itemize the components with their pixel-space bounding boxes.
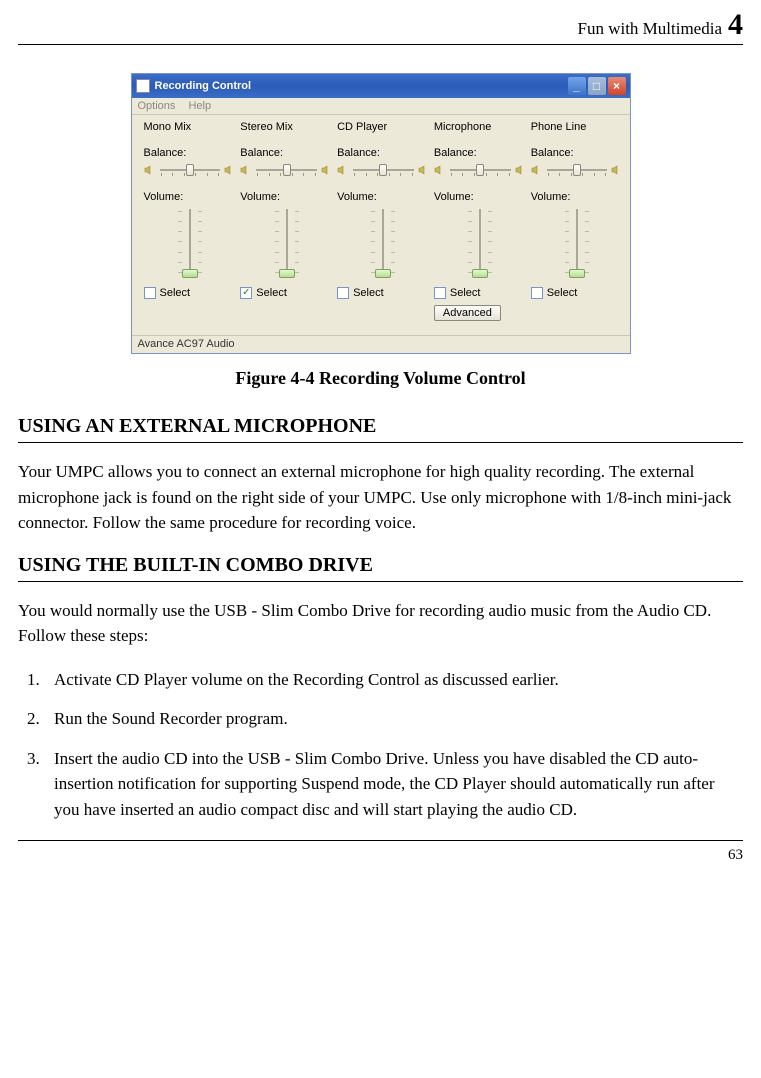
menu-help[interactable]: Help	[188, 100, 211, 112]
volume-label: Volume:	[240, 191, 333, 203]
header-label: Fun with Multimedia	[578, 19, 723, 39]
app-icon	[136, 79, 150, 93]
page-header: Fun with Multimedia 4	[18, 8, 743, 45]
select-checkbox[interactable]	[531, 287, 543, 299]
section-heading-external-mic: USING AN EXTERNAL MICROPHONE	[18, 415, 743, 443]
menu-options[interactable]: Options	[138, 100, 176, 112]
speaker-left-icon	[337, 164, 349, 176]
volume-label: Volume:	[434, 191, 527, 203]
select-label: Select	[160, 287, 191, 299]
page-number: 63	[728, 847, 743, 863]
step-1: Activate CD Player volume on the Recordi…	[44, 667, 743, 693]
figure-caption: Figure 4-4 Recording Volume Control	[18, 368, 743, 389]
balance-slider[interactable]	[448, 161, 513, 179]
balance-label: Balance:	[337, 147, 430, 159]
screenshot-figure: Recording Control _ □ × Options Help Mon…	[18, 73, 743, 354]
balance-label: Balance:	[434, 147, 527, 159]
volume-label: Volume:	[144, 191, 237, 203]
select-label: Select	[353, 287, 384, 299]
balance-slider[interactable]	[545, 161, 610, 179]
speaker-right-icon	[224, 164, 236, 176]
window-title: Recording Control	[155, 80, 566, 92]
menubar: Options Help	[132, 98, 630, 115]
speaker-right-icon	[321, 164, 333, 176]
recording-control-window: Recording Control _ □ × Options Help Mon…	[131, 73, 631, 354]
channels-row: Mono Mix Balance: Volume: Select Stereo …	[132, 115, 630, 335]
channel-name: Mono Mix	[144, 121, 237, 133]
close-button[interactable]: ×	[608, 77, 626, 95]
volume-label: Volume:	[337, 191, 430, 203]
advanced-button[interactable]: Advanced	[434, 305, 501, 321]
channel-name: Stereo Mix	[240, 121, 333, 133]
channel-name: Phone Line	[531, 121, 624, 133]
balance-label: Balance:	[240, 147, 333, 159]
step-3: Insert the audio CD into the USB - Slim …	[44, 746, 743, 823]
speaker-right-icon	[515, 164, 527, 176]
speaker-left-icon	[144, 164, 156, 176]
step-2: Run the Sound Recorder program.	[44, 706, 743, 732]
balance-label: Balance:	[144, 147, 237, 159]
volume-slider[interactable]	[240, 207, 333, 277]
balance-slider[interactable]	[254, 161, 319, 179]
select-checkbox[interactable]: ✓	[240, 287, 252, 299]
channel-microphone: Microphone Balance: Volume: Select Advan…	[432, 121, 529, 327]
window-titlebar[interactable]: Recording Control _ □ ×	[132, 74, 630, 98]
select-label: Select	[547, 287, 578, 299]
select-checkbox[interactable]	[434, 287, 446, 299]
balance-slider[interactable]	[351, 161, 416, 179]
maximize-button[interactable]: □	[588, 77, 606, 95]
speaker-left-icon	[531, 164, 543, 176]
balance-label: Balance:	[531, 147, 624, 159]
select-label: Select	[450, 287, 481, 299]
channel-stereo-mix: Stereo Mix Balance: Volume: ✓ Select	[238, 121, 335, 327]
channel-cd-player: CD Player Balance: Volume: Select	[335, 121, 432, 327]
minimize-button[interactable]: _	[568, 77, 586, 95]
channel-mono-mix: Mono Mix Balance: Volume: Select	[142, 121, 239, 327]
volume-label: Volume:	[531, 191, 624, 203]
select-checkbox[interactable]	[144, 287, 156, 299]
speaker-right-icon	[611, 164, 623, 176]
speaker-left-icon	[434, 164, 446, 176]
select-checkbox[interactable]	[337, 287, 349, 299]
channel-phone-line: Phone Line Balance: Volume: Select	[529, 121, 626, 327]
section-heading-combo-drive: USING THE BUILT-IN COMBO DRIVE	[18, 554, 743, 582]
volume-slider[interactable]	[531, 207, 624, 277]
speaker-left-icon	[240, 164, 252, 176]
steps-list: Activate CD Player volume on the Recordi…	[18, 667, 743, 823]
select-label: Select	[256, 287, 287, 299]
volume-slider[interactable]	[144, 207, 237, 277]
page-footer: 63	[18, 840, 743, 864]
status-bar: Avance AC97 Audio	[132, 335, 630, 353]
header-chapter: 4	[728, 8, 743, 42]
channel-name: Microphone	[434, 121, 527, 133]
speaker-right-icon	[418, 164, 430, 176]
volume-slider[interactable]	[434, 207, 527, 277]
section2-intro: You would normally use the USB - Slim Co…	[18, 598, 743, 649]
section1-body: Your UMPC allows you to connect an exter…	[18, 459, 743, 536]
channel-name: CD Player	[337, 121, 430, 133]
balance-slider[interactable]	[158, 161, 223, 179]
volume-slider[interactable]	[337, 207, 430, 277]
